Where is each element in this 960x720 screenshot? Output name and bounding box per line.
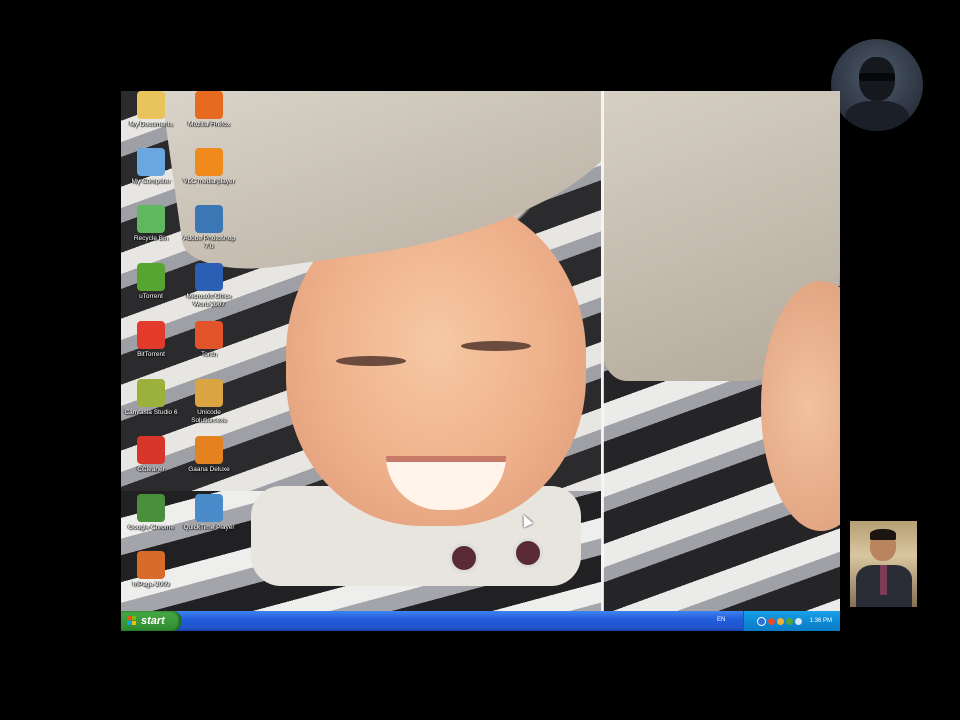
gaana-icon xyxy=(195,436,223,464)
desktop-icon[interactable]: QuickTime Player xyxy=(179,494,239,532)
utorrent-icon xyxy=(137,263,165,291)
desktop-icon-label: Gaana Deluxe xyxy=(188,466,230,473)
profile-avatar xyxy=(831,39,923,131)
desktop-icon-label: CCleaner xyxy=(137,466,165,473)
wallpaper-eye xyxy=(461,341,531,351)
avatar-body xyxy=(845,101,909,131)
desktop-icon-label: Google Chrome xyxy=(128,524,174,531)
desktop-icon-label: BitTorrent xyxy=(137,351,165,358)
desktop-icon[interactable]: Google Chrome xyxy=(121,494,181,532)
desktop-icon-label: Mozilla Firefox xyxy=(188,121,230,128)
bittorrent-icon xyxy=(137,321,165,349)
desktop-icon-label: Adobe Photoshop 7.0 xyxy=(183,235,235,250)
desktop-icon-label: Recycle Bin xyxy=(133,235,169,242)
start-label: start xyxy=(141,615,165,627)
desktop-icon-label: My Computer xyxy=(131,178,171,185)
desktop-icon-label: Camtasia Studio 6 xyxy=(124,409,178,416)
desktop-icon-label: QuickTime Player xyxy=(183,524,235,531)
quicktime-icon xyxy=(195,494,223,522)
desktop-icon[interactable]: CCleaner xyxy=(121,436,181,474)
desktop-icon[interactable]: Unicode Solution.exe xyxy=(179,379,239,425)
desktop-screen: My Documents Mozilla Firefox My Computer VL… xyxy=(121,91,840,631)
firefox-icon xyxy=(195,91,223,119)
word-icon xyxy=(195,263,223,291)
ccleaner-icon xyxy=(137,436,165,464)
taskbar: start EN 1:36 PM xyxy=(121,611,840,631)
utility-icon[interactable] xyxy=(776,617,784,625)
desktop-icon[interactable]: uTorrent xyxy=(121,263,181,301)
photoshop-icon xyxy=(195,205,223,233)
torch-icon xyxy=(195,321,223,349)
desktop-icon-label: Torch xyxy=(201,351,217,358)
language-indicator[interactable]: EN xyxy=(717,617,725,623)
windows-flag-icon xyxy=(127,616,137,626)
recycle-bin-icon xyxy=(137,205,165,233)
desktop-icon[interactable]: VLC media player xyxy=(179,148,239,186)
unicode-solution-icon xyxy=(195,379,223,407)
desktop-icon[interactable]: My Computer xyxy=(121,148,181,186)
desktop-icon-label: Unicode Solution.exe xyxy=(191,409,227,424)
chrome-icon xyxy=(137,494,165,522)
photo-tie xyxy=(880,565,887,595)
desktop-icon[interactable]: Microsoft Office Word 2007 xyxy=(179,263,239,309)
camtasia-icon xyxy=(137,379,165,407)
start-button[interactable]: start xyxy=(121,611,181,631)
desktop-icon[interactable]: BitTorrent xyxy=(121,321,181,359)
desktop-icon[interactable]: InPage 2009 xyxy=(121,551,181,589)
desktop-icon[interactable]: Gaana Deluxe xyxy=(179,436,239,474)
wallpaper-button xyxy=(513,538,543,568)
desktop-icon[interactable]: Camtasia Studio 6 xyxy=(121,379,181,417)
inpage-icon xyxy=(137,551,165,579)
desktop-icon[interactable]: Adobe Photoshop 7.0 xyxy=(179,205,239,251)
antivirus-icon[interactable] xyxy=(767,617,775,625)
wallpaper-eye xyxy=(336,356,406,366)
my-documents-icon xyxy=(137,91,165,119)
wallpaper-divider xyxy=(601,91,604,611)
desktop-icon[interactable]: My Documents xyxy=(121,91,181,129)
desktop-icon[interactable]: Mozilla Firefox xyxy=(179,91,239,129)
desktop-icon-label: uTorrent xyxy=(139,293,163,300)
desktop-icon[interactable]: Recycle Bin xyxy=(121,205,181,243)
side-photo xyxy=(850,521,917,607)
avatar-sunglasses xyxy=(859,73,895,81)
vlc-icon xyxy=(195,148,223,176)
system-tray: 1:36 PM xyxy=(743,611,840,631)
desktop-icon[interactable]: Torch xyxy=(179,321,239,359)
network-icon[interactable] xyxy=(756,616,766,626)
volume-icon[interactable] xyxy=(794,617,802,625)
clock[interactable]: 1:36 PM xyxy=(810,618,832,624)
wallpaper-button xyxy=(449,543,479,573)
utorrent-tray-icon[interactable] xyxy=(785,617,793,625)
my-computer-icon xyxy=(137,148,165,176)
desktop-icon-label: Microsoft Office Word 2007 xyxy=(186,293,232,308)
photo-hair xyxy=(870,529,896,540)
desktop-icon-label: VLC media player xyxy=(183,178,235,185)
desktop-icon-label: InPage 2009 xyxy=(132,581,170,588)
desktop-icon-label: My Documents xyxy=(129,121,173,128)
